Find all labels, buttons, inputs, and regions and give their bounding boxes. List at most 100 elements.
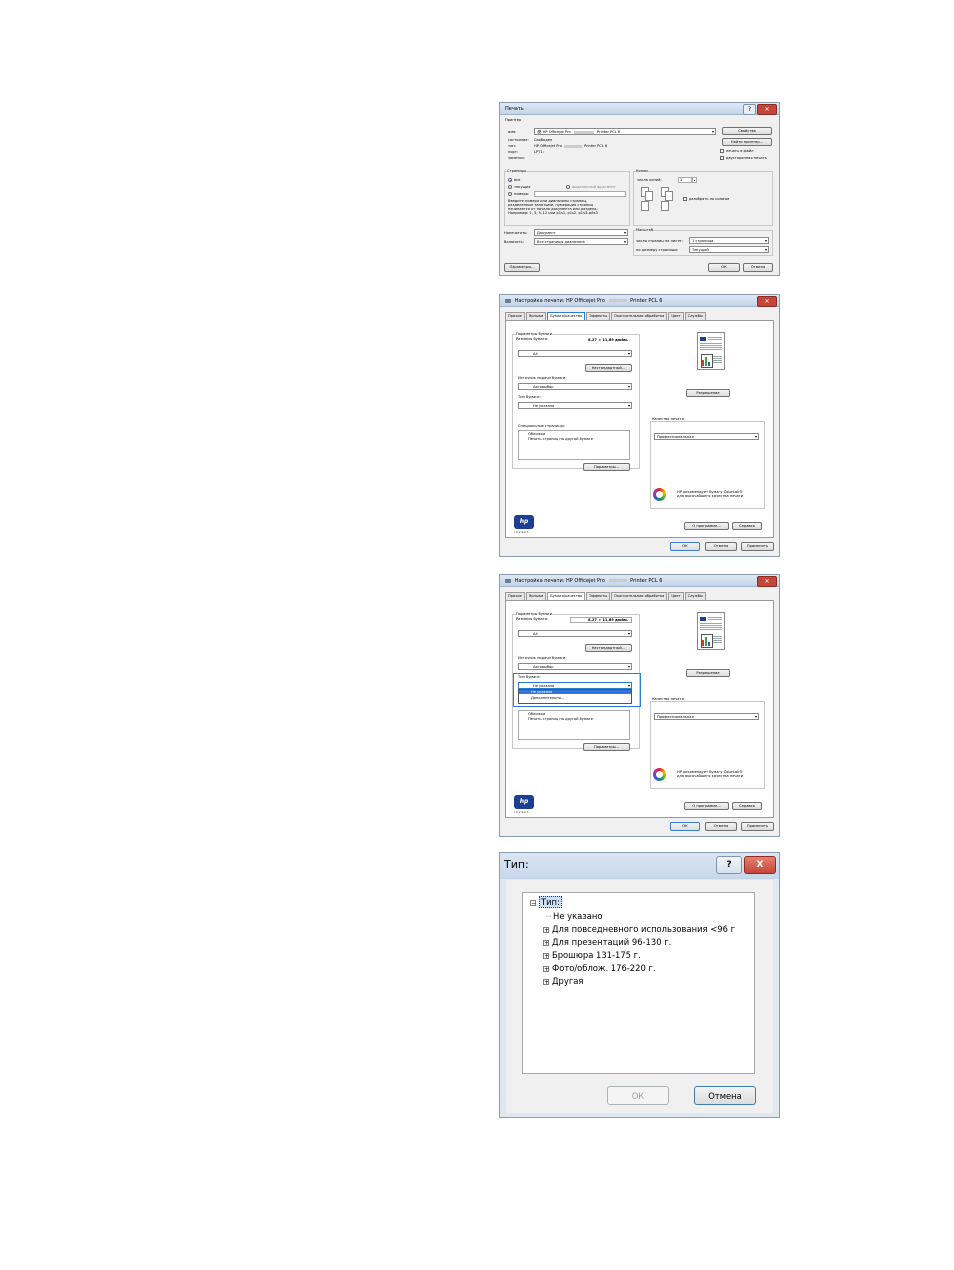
collate-checkbox[interactable]: [683, 197, 687, 201]
tab-shortcuts[interactable]: Ярлыки: [525, 592, 547, 600]
manual-duplex-checkbox[interactable]: [720, 156, 724, 160]
special-item[interactable]: Печать страниц на другой бумаге: [528, 717, 593, 721]
help-button[interactable]: Справка: [732, 802, 762, 810]
settings-button[interactable]: Параметры...: [583, 743, 630, 751]
port-label: порт:: [508, 150, 519, 154]
cancel-button[interactable]: Отмена: [743, 263, 773, 272]
properties-button[interactable]: Свойства: [722, 127, 772, 135]
tab-color[interactable]: Цвет: [668, 592, 684, 600]
dropdown-option[interactable]: Дополнительно...: [519, 696, 564, 700]
printer-group-label: Принтер: [505, 118, 522, 122]
paper-type-select[interactable]: Не указано: [518, 402, 632, 409]
selection-radio[interactable]: [566, 185, 570, 189]
collate-page-icon: [645, 191, 653, 201]
source-select[interactable]: Автовыбор: [518, 663, 632, 670]
printer-icon: [505, 298, 511, 303]
quality-select[interactable]: Профессиональная: [654, 433, 759, 440]
tree-item[interactable]: ┈ Не указано: [546, 910, 603, 923]
about-button[interactable]: О программе...: [684, 802, 729, 810]
dropdown-option[interactable]: Не указано: [519, 690, 631, 695]
close-icon[interactable]: ✕: [757, 576, 777, 587]
collate-page-icon: [665, 191, 673, 201]
print-what-select[interactable]: Документ: [534, 229, 628, 236]
pages-input[interactable]: [534, 191, 626, 197]
tree-item[interactable]: + Для повседневного использования <96 г: [543, 923, 735, 936]
tree-item[interactable]: + Брошюра 131-175 г.: [543, 949, 641, 962]
collate-label: разобрать по копиям: [689, 197, 730, 201]
tab-effects[interactable]: Эффекты: [586, 592, 611, 600]
paper-size-select[interactable]: A4: [518, 630, 632, 637]
options-button[interactable]: Параметры...: [504, 263, 540, 272]
tree-root[interactable]: − Тип:: [530, 896, 562, 909]
all-radio[interactable]: [508, 178, 512, 182]
redacted-model: [608, 579, 627, 582]
tree-item[interactable]: + Для презентаций 96-130 г.: [543, 936, 671, 949]
paper-type-select[interactable]: Не указано: [518, 682, 632, 689]
print-to-file-label: печать в файл: [726, 149, 754, 153]
copies-spinner[interactable]: ▴: [692, 177, 697, 183]
hp-logo: hp: [514, 515, 534, 529]
pages-group-label: Страницы: [507, 169, 527, 174]
title-bar: Тип: ? X: [500, 853, 779, 879]
special-item[interactable]: Обложки: [528, 712, 545, 716]
quality-select[interactable]: Профессиональная: [654, 713, 759, 720]
close-icon[interactable]: ✕: [757, 296, 777, 307]
help-icon[interactable]: ?: [716, 856, 742, 874]
cancel-button[interactable]: Отмена: [705, 542, 737, 551]
resolution-button[interactable]: Разрешение: [686, 389, 730, 397]
type-label: Тип бумаги:: [518, 675, 541, 679]
collapse-icon[interactable]: −: [530, 899, 536, 906]
hp-invent: invent: [514, 810, 530, 814]
printer-icon: [505, 578, 511, 583]
close-icon[interactable]: ✕: [757, 104, 777, 115]
type-value: HP Officejet Pro Printer PCL 6: [534, 144, 608, 148]
redacted-model: [573, 130, 594, 134]
help-button[interactable]: Справка: [732, 522, 762, 530]
about-button[interactable]: О программе...: [684, 522, 729, 530]
scale-select[interactable]: Текущий: [689, 246, 769, 253]
window-title: Настройка печати: HP Officejet Pro: [514, 298, 605, 304]
ok-button[interactable]: ОК: [708, 263, 740, 272]
settings-button[interactable]: Параметры...: [583, 463, 630, 471]
printer-select[interactable]: 🖨 HP Officejet Pro Printer PCL 6: [534, 128, 716, 135]
cancel-button[interactable]: Отмена: [694, 1086, 756, 1105]
paper-size-select[interactable]: A4: [518, 350, 632, 357]
apply-button[interactable]: Применить: [741, 542, 774, 551]
custom-button[interactable]: Нестандартный...: [585, 364, 632, 372]
current-radio[interactable]: [508, 185, 512, 189]
title-bar: Настройка печати: HP Officejet Pro Print…: [500, 575, 779, 587]
pages-radio[interactable]: [508, 192, 512, 196]
source-select[interactable]: Автовыбор: [518, 383, 632, 390]
tree-item[interactable]: + Другая: [543, 975, 583, 988]
tab-finishing[interactable]: Окончательная обработка: [611, 592, 668, 600]
window-title: Печать: [505, 106, 524, 112]
tab-paper-quality[interactable]: Бумага/качество: [547, 592, 586, 600]
paper-size-dims: 8,27 × 11,69 дюйм.: [588, 618, 629, 622]
include-select[interactable]: Все страницы диапазона: [534, 238, 628, 245]
pages-per-sheet-select[interactable]: 1 страница: [689, 237, 769, 244]
close-icon[interactable]: X: [744, 856, 776, 874]
special-item[interactable]: Обложки: [528, 432, 545, 436]
special-item[interactable]: Печать страниц на другой бумаге: [528, 437, 593, 441]
expand-icon: +: [543, 939, 550, 947]
comment-label: заметки:: [508, 156, 525, 160]
print-to-file-checkbox[interactable]: [720, 149, 724, 153]
tree-item[interactable]: + Фото/облож. 176-220 г.: [543, 962, 656, 975]
ok-button[interactable]: ОК: [607, 1086, 669, 1105]
custom-button[interactable]: Нестандартный...: [585, 644, 632, 652]
status-label: состояние:: [508, 138, 529, 142]
tab-other[interactable]: Прочие: [505, 592, 525, 600]
ok-button[interactable]: ОК: [670, 542, 700, 551]
find-printer-button[interactable]: Найти принтер...: [722, 138, 772, 146]
resolution-button[interactable]: Разрешение: [686, 669, 730, 677]
help-icon[interactable]: ?: [743, 104, 756, 115]
copies-input[interactable]: 1: [678, 177, 692, 183]
apply-button[interactable]: Применить: [741, 822, 774, 831]
expand-icon: +: [543, 978, 550, 986]
ok-button[interactable]: ОК: [670, 822, 700, 831]
scale-label: по размеру страницы:: [636, 248, 679, 252]
cancel-button[interactable]: Отмена: [705, 822, 737, 831]
tab-services[interactable]: Службы: [684, 592, 706, 600]
redacted-model: [608, 299, 627, 302]
paper-size-label: Размеры бумаги:: [516, 617, 549, 621]
